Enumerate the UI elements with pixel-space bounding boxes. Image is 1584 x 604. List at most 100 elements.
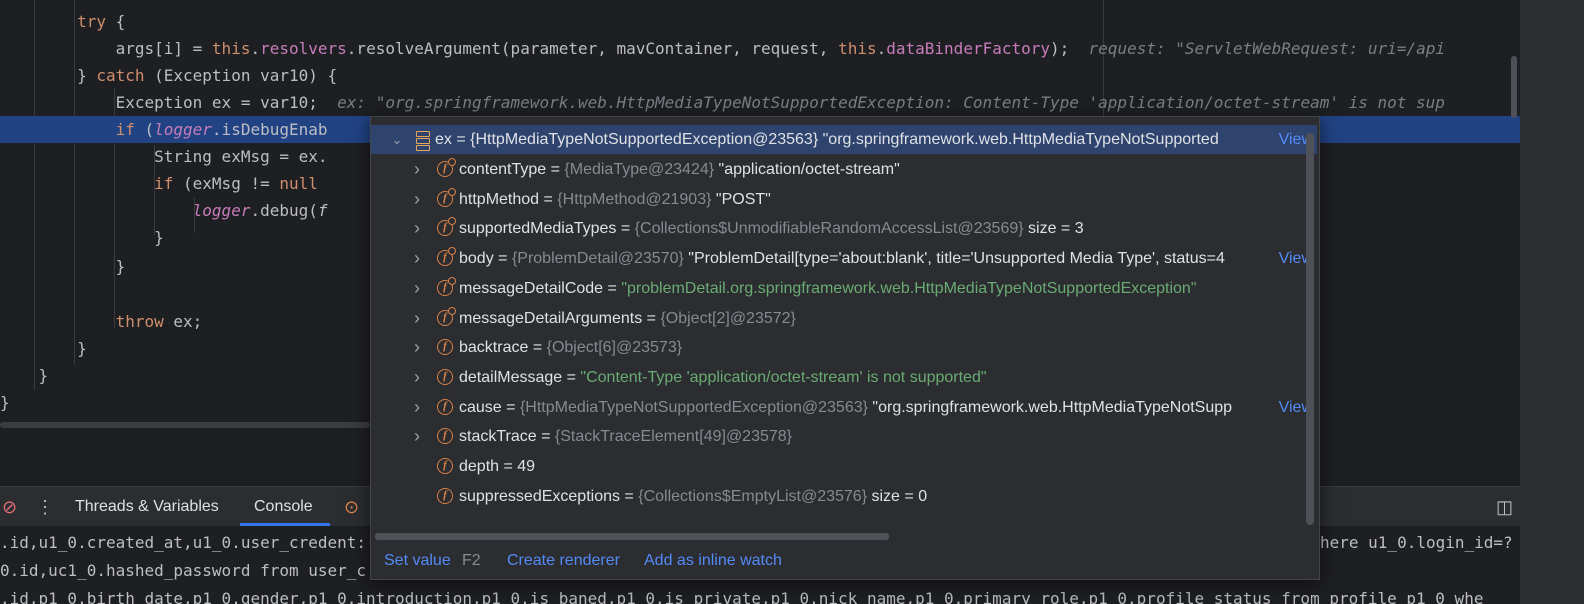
collapse-arrow-icon[interactable]: ⌄ bbox=[387, 125, 407, 154]
variable-value: "Content-Type 'application/octet-stream'… bbox=[580, 368, 987, 386]
variable-name: messageDetailCode bbox=[459, 279, 604, 297]
code-token: .isDebugEnab bbox=[211, 120, 328, 139]
code-token: { bbox=[105, 12, 126, 31]
variable-type: {HttpMethod@21903} bbox=[557, 190, 712, 208]
console-line-fragment: here u1_0.login_id=? bbox=[1320, 533, 1513, 552]
expand-arrow-icon[interactable]: › bbox=[407, 393, 427, 422]
editor-right-gutter bbox=[1520, 0, 1584, 604]
field-final-icon: f bbox=[437, 276, 456, 296]
field-icon: f bbox=[437, 339, 453, 356]
code-token: args[i] = bbox=[0, 39, 212, 58]
code-token: (exMsg != bbox=[173, 174, 280, 193]
variable-value: 49 bbox=[517, 458, 536, 475]
variable-row-messagedetailarguments[interactable]: › f messageDetailArguments = {Object[2]@23… bbox=[371, 304, 1317, 333]
variable-type: {MediaType@23424} bbox=[564, 161, 715, 178]
variable-row-messagedetailcode[interactable]: › f messageDetailCode = "problemDetail.org… bbox=[371, 274, 1317, 303]
console-line: .id,u1_0.created_at,u1_0.user_credent: bbox=[0, 533, 367, 552]
code-token: . bbox=[876, 39, 887, 58]
variable-name: body bbox=[459, 250, 494, 268]
code-token: .debug( bbox=[250, 201, 318, 220]
variable-row-supportedmediatypes[interactable]: › f supportedMediaTypes = {Collections$Unm… bbox=[371, 214, 1317, 243]
field-final-icon: f bbox=[437, 247, 456, 267]
expand-arrow-icon[interactable]: › bbox=[407, 274, 427, 303]
variable-row-depth[interactable]: f depth = 49 bbox=[371, 452, 1317, 481]
variable-row-body[interactable]: › f body = {ProblemDetail@23570} "ProblemD… bbox=[371, 244, 1317, 274]
editor-scrollbar-thumb[interactable] bbox=[1511, 56, 1517, 118]
variable-row-cause[interactable]: › f cause = {HttpMediaTypeNotSupportedExce… bbox=[371, 392, 1317, 422]
variable-value: "org.springframework.web.HttpMediaTypeNo… bbox=[872, 398, 1233, 416]
variable-row-backtrace[interactable]: › f backtrace = {Object[6]@23573} bbox=[371, 333, 1317, 362]
variable-name: backtrace bbox=[459, 339, 529, 357]
variable-row-detailmessage[interactable]: › f detailMessage = "Content-Type 'applica… bbox=[371, 363, 1317, 392]
expand-arrow-icon[interactable]: › bbox=[407, 304, 427, 333]
set-value-shortcut: F2 bbox=[462, 552, 481, 569]
tab-console[interactable]: Console bbox=[254, 487, 313, 527]
code-token: if bbox=[154, 174, 174, 193]
console-line: .id,p1_0.birth_date,p1_0.gender,p1_0.int… bbox=[0, 589, 1484, 604]
add-inline-watch-link[interactable]: Add as inline watch bbox=[644, 543, 782, 579]
editor-horizontal-scrollbar[interactable] bbox=[0, 422, 370, 428]
inline-debug-hint: request: "ServletWebRequest: uri=/api bbox=[1088, 39, 1445, 58]
expand-arrow-icon[interactable]: › bbox=[407, 214, 427, 243]
layout-settings-icon[interactable]: ◫ bbox=[1496, 487, 1513, 527]
code-token: try bbox=[77, 12, 106, 31]
code-token: this bbox=[838, 39, 877, 58]
code-token: . bbox=[250, 39, 261, 58]
expand-arrow-icon[interactable]: › bbox=[407, 155, 427, 184]
mute-breakpoints-icon[interactable]: ⊘ bbox=[2, 487, 17, 527]
variable-type: {Object[6]@23573} bbox=[546, 339, 683, 357]
code-line[interactable]: try { bbox=[0, 8, 1520, 35]
code-token: (Exception var10) { bbox=[144, 66, 338, 85]
code-token: } bbox=[0, 257, 126, 276]
field-icon: f bbox=[437, 487, 453, 504]
tab-threads-variables[interactable]: Threads & Variables bbox=[75, 487, 219, 527]
create-renderer-link[interactable]: Create renderer bbox=[507, 543, 620, 579]
code-token: } bbox=[0, 66, 97, 85]
variable-stack-icon bbox=[416, 131, 430, 151]
variable-value: "POST" bbox=[715, 190, 771, 208]
popup-vertical-scrollbar[interactable] bbox=[1306, 133, 1314, 525]
expand-arrow-icon[interactable]: › bbox=[407, 244, 427, 273]
variable-row-suppressedexceptions[interactable]: f suppressedExceptions = {Collections$Emp… bbox=[371, 482, 1317, 511]
variable-value: "problemDetail.org.springframework.web.H… bbox=[621, 279, 1197, 297]
variable-row-ex[interactable]: ⌄ ex = {HttpMediaTypeNotSupportedExcepti… bbox=[371, 125, 1317, 154]
code-token: Exception ex = var10; bbox=[0, 93, 318, 112]
code-line[interactable]: args[i] = this.resolvers.resolveArgument… bbox=[0, 35, 1520, 62]
variable-type: {Object[2]@23572} bbox=[660, 309, 796, 327]
code-token: catch bbox=[96, 66, 145, 85]
code-token: logger bbox=[154, 120, 212, 139]
code-token: if bbox=[115, 120, 135, 139]
console-line: 0.id,uc1_0.hashed_password from user_c bbox=[0, 561, 367, 580]
variable-row-stacktrace[interactable]: › f stackTrace = {StackTraceElement[49]@23… bbox=[371, 422, 1317, 451]
step-over-icon[interactable]: ⊙ bbox=[344, 487, 359, 527]
variable-name: supportedMediaTypes bbox=[459, 220, 617, 238]
variable-row-contenttype[interactable]: › f contentType = {MediaType@23424} "appli… bbox=[371, 155, 1317, 184]
variable-row-httpmethod[interactable]: › f httpMethod = {HttpMethod@21903} "POST" bbox=[371, 185, 1317, 214]
code-line[interactable]: Exception ex = var10; ex: "org.springfra… bbox=[0, 89, 1520, 116]
field-final-icon: f bbox=[437, 306, 456, 326]
expand-arrow-icon[interactable]: › bbox=[407, 333, 427, 362]
code-token: null bbox=[279, 174, 318, 193]
expand-arrow-icon[interactable]: › bbox=[407, 363, 427, 392]
set-value-link[interactable]: Set value bbox=[384, 543, 451, 579]
inline-debug-hint: ex: "org.springframework.web.HttpMediaTy… bbox=[337, 93, 1445, 112]
variable-name: stackTrace bbox=[459, 428, 537, 446]
variable-name: httpMethod bbox=[459, 190, 540, 208]
variable-type: {HttpMediaTypeNotSupportedException@2356… bbox=[519, 398, 868, 416]
variable-value: "ProblemDetail[type='about:blank', title… bbox=[688, 250, 1225, 268]
code-token: ); bbox=[1050, 39, 1070, 58]
field-final-icon: f bbox=[437, 158, 456, 177]
expand-arrow-icon[interactable]: › bbox=[407, 185, 427, 214]
code-token: } bbox=[0, 393, 10, 412]
popup-horizontal-scrollbar[interactable] bbox=[375, 533, 889, 540]
more-options-icon[interactable]: ⋮ bbox=[36, 487, 54, 527]
variable-name: detailMessage bbox=[459, 368, 563, 386]
variable-inspector-popup[interactable]: ⌄ ex = {HttpMediaTypeNotSupportedExcepti… bbox=[370, 116, 1320, 580]
code-token: } bbox=[0, 228, 164, 247]
code-line[interactable]: } catch (Exception var10) { bbox=[0, 62, 1520, 89]
expand-arrow-icon[interactable]: › bbox=[407, 422, 427, 451]
